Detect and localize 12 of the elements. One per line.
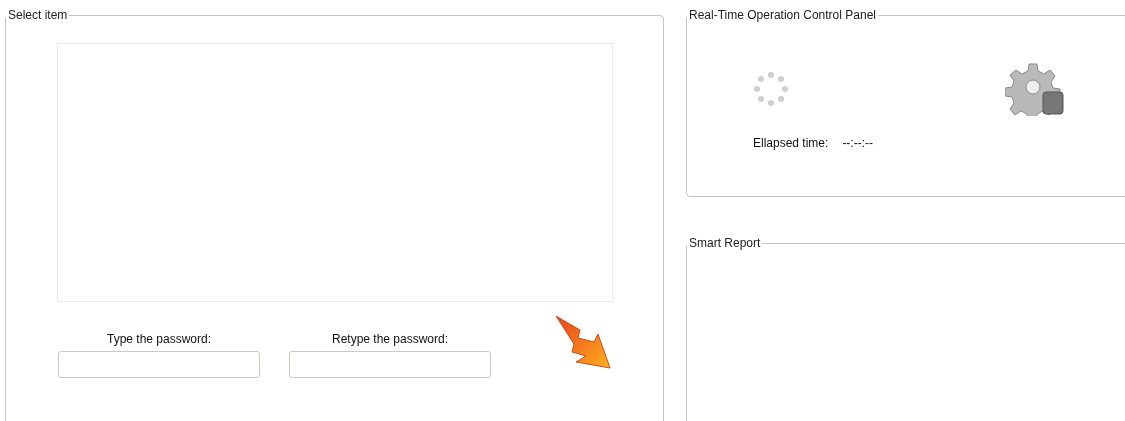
elapsed-time-value: --:--:-- (842, 136, 874, 150)
group-box-title: Real-Time Operation Control Panel (688, 8, 877, 22)
group-box-title: Smart Report (688, 236, 762, 250)
password-field[interactable] (58, 351, 260, 378)
password-label: Type the password: (106, 332, 212, 346)
gear-stop-icon[interactable] (1005, 62, 1065, 116)
loading-spinner-icon (753, 71, 789, 107)
password-field[interactable] (289, 351, 491, 378)
password-label: Retype the password: (331, 332, 449, 346)
lightning-arrow-icon (554, 314, 612, 370)
elapsed-time-label: Ellapsed time: (753, 136, 829, 150)
group-box-title: Select item (7, 8, 69, 22)
